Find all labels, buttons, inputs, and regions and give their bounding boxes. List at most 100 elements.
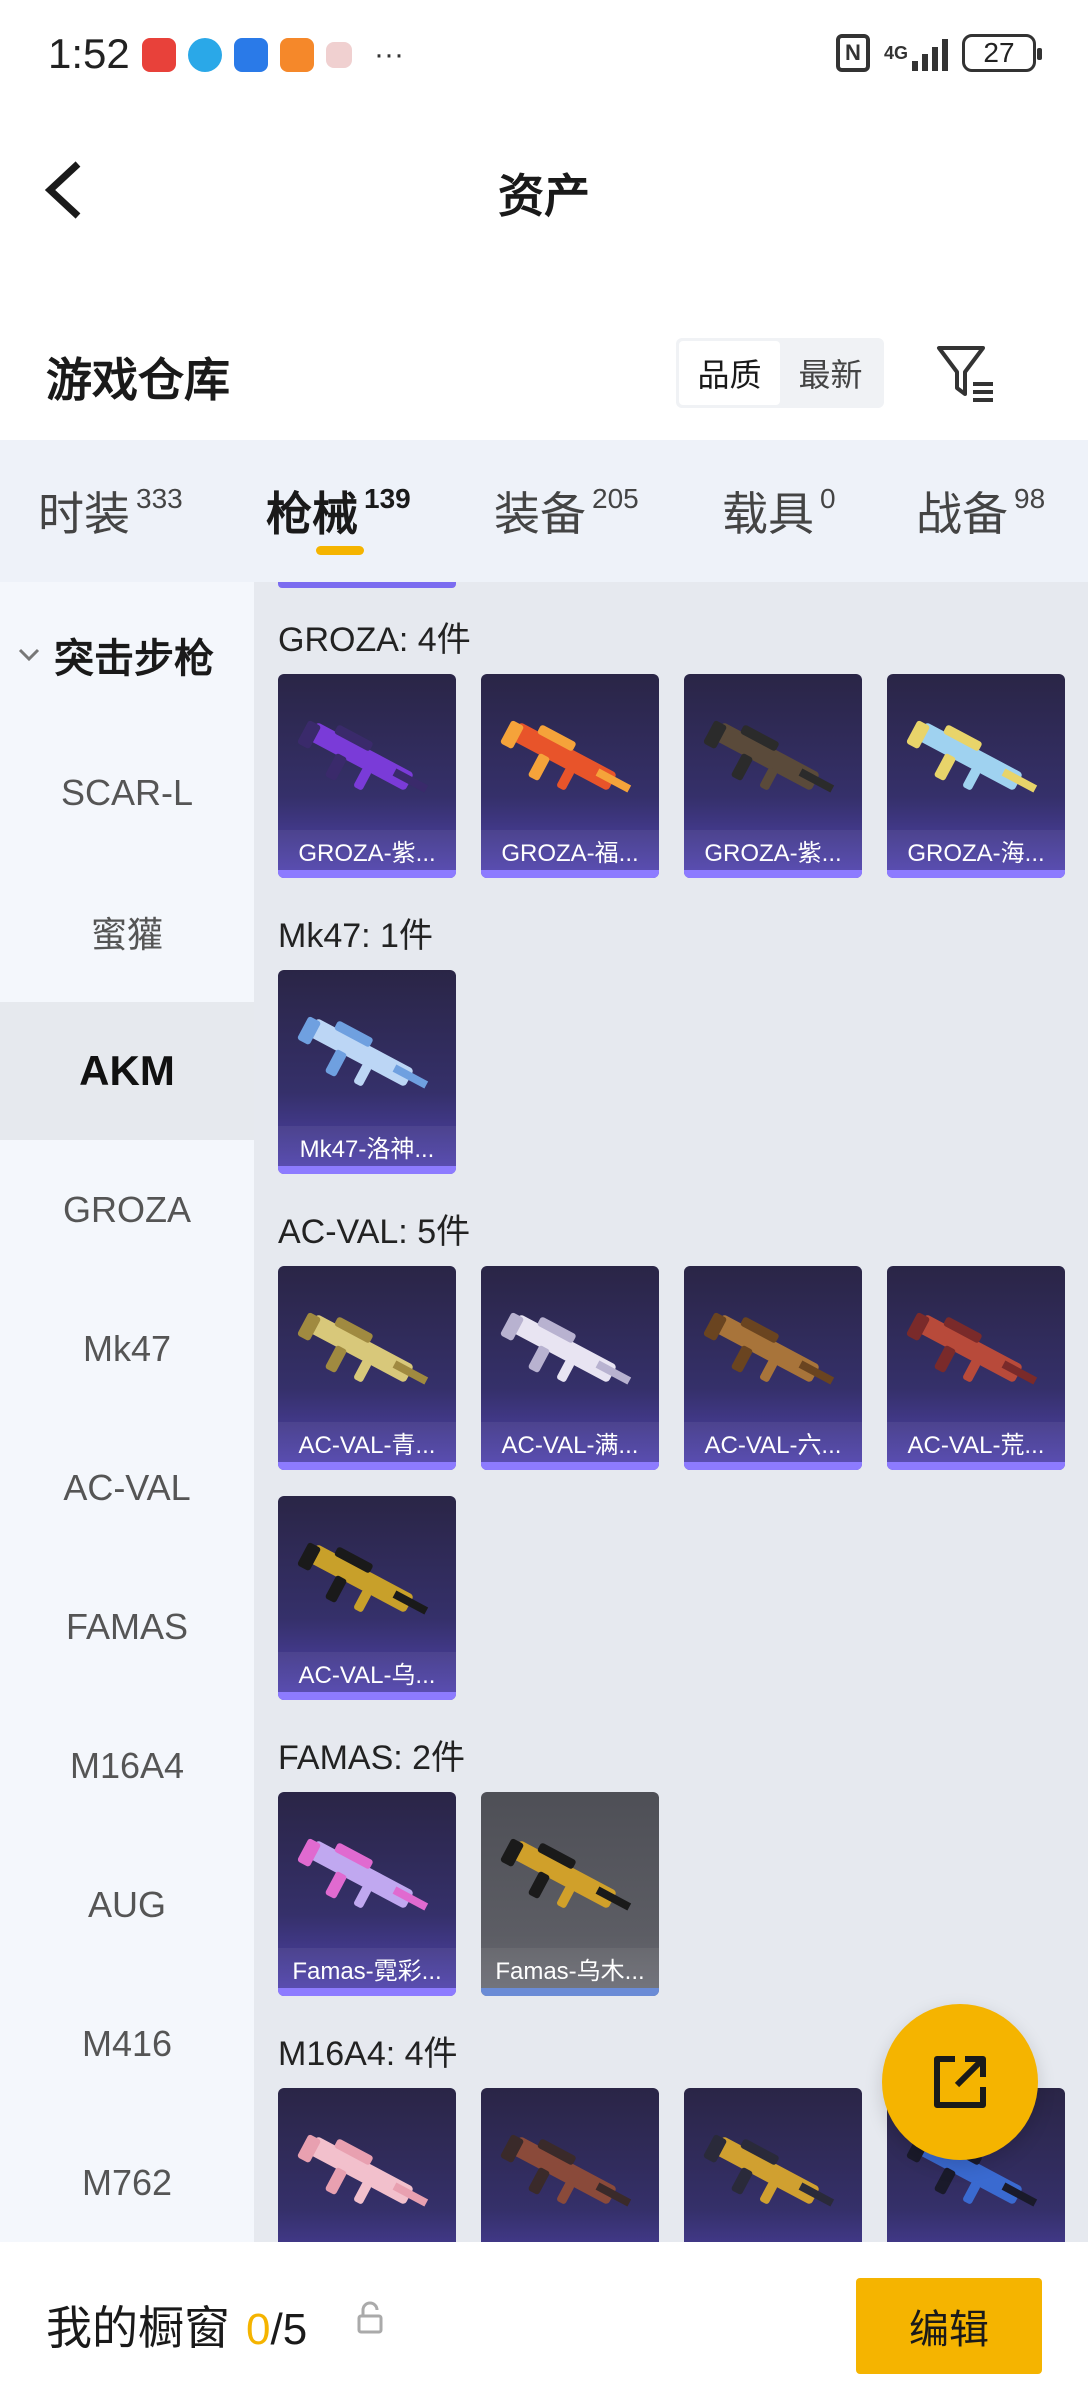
weapon-card[interactable]: AC-VAL-乌... <box>278 1496 456 1700</box>
rarity-bar <box>278 1166 456 1174</box>
rarity-bar <box>481 870 659 878</box>
status-time: 1:52 <box>48 30 130 77</box>
sidebar-item-scar-l[interactable]: SCAR-L <box>0 724 254 862</box>
weapon-skin-image <box>500 1838 632 1911</box>
weapon-card-label: GROZA-紫... <box>684 830 862 870</box>
weapon-card[interactable]: GROZA-紫... <box>684 674 862 878</box>
rarity-bar <box>684 1462 862 1470</box>
weapon-skin-image <box>297 2134 429 2207</box>
showcase-label: 我的橱窗 <box>46 2302 230 2354</box>
weapon-skin-image <box>906 1312 1038 1385</box>
app-root: 1:52 ··· N 4G 27 资产 游戏仓库 品质 最新 时装 333 枪械… <box>0 0 1088 2400</box>
weapon-card[interactable]: GROZA-海... <box>887 674 1065 878</box>
tab-label: 战备 <box>916 488 1008 540</box>
sidebar-item-ac-val[interactable]: AC-VAL <box>0 1419 254 1557</box>
tab-firearms[interactable]: 枪械 139 <box>266 478 411 544</box>
edit-button[interactable]: 编辑 <box>856 2278 1042 2374</box>
sort-newest-button[interactable]: 最新 <box>780 341 881 405</box>
rarity-bar <box>278 1462 456 1470</box>
network-type: 4G <box>883 43 908 63</box>
sidebar-item-aug[interactable]: AUG <box>0 1836 254 1974</box>
sidebar-item-m416[interactable]: M416 <box>0 1975 254 2113</box>
weapon-card[interactable]: AC-VAL-青... <box>278 1266 456 1470</box>
tab-label: 装备 <box>494 488 586 540</box>
weapon-card-label: GROZA-福... <box>481 830 659 870</box>
weapon-skin-image <box>703 1312 835 1385</box>
active-tab-indicator <box>316 546 364 555</box>
share-external-icon <box>934 2056 986 2108</box>
weapon-skin-image <box>297 720 429 793</box>
weapon-skin-image <box>500 1312 632 1385</box>
tab-equipment[interactable]: 装备 205 <box>494 478 639 544</box>
weapon-skin-image <box>297 1838 429 1911</box>
tab-label: 载具 <box>722 488 814 540</box>
video-icon <box>280 38 314 72</box>
rarity-bar <box>481 1988 659 1996</box>
sidebar-item-groza[interactable]: GROZA <box>0 1141 254 1279</box>
group-title: FAMAS: 2件 <box>278 1739 466 1777</box>
sidebar-item-mk47[interactable]: Mk47 <box>0 1280 254 1418</box>
weapon-card[interactable]: Famas-霓彩... <box>278 1792 456 1996</box>
weapon-card-label: Mk47-洛神... <box>278 1126 456 1166</box>
tab-label: 枪械 <box>266 488 358 540</box>
weapon-card[interactable]: Mk47-洛神... <box>278 970 456 1174</box>
weapon-skin-image <box>297 1016 429 1089</box>
chevron-down-icon <box>18 648 40 662</box>
weapon-card[interactable]: GROZA-紫... <box>278 674 456 878</box>
weapon-card-label: AC-VAL-荒... <box>887 1422 1065 1462</box>
browser-icon <box>188 38 222 72</box>
weapon-card-label: AC-VAL-青... <box>278 1422 456 1462</box>
weapon-card-label: AC-VAL-满... <box>481 1422 659 1462</box>
tab-count: 333 <box>136 483 183 514</box>
weapon-card[interactable]: AC-VAL-六... <box>684 1266 862 1470</box>
weapon-skin-image <box>500 2134 632 2207</box>
sort-quality-button[interactable]: 品质 <box>679 341 780 405</box>
weapon-card[interactable]: AC-VAL-满... <box>481 1266 659 1470</box>
rarity-bar <box>481 1462 659 1470</box>
tab-vehicles[interactable]: 载具 0 <box>722 478 836 544</box>
weapon-card-label: GROZA-紫... <box>278 830 456 870</box>
weapon-skin-image <box>703 720 835 793</box>
warehouse-bar: 游戏仓库 品质 最新 <box>0 300 1088 440</box>
signal-bars-icon <box>912 35 948 71</box>
group-title: AC-VAL: 5件 <box>278 1213 471 1251</box>
rarity-bar <box>278 870 456 878</box>
filter-icon[interactable] <box>935 342 997 404</box>
sidebar-item--[interactable]: 蜜獾 <box>0 863 254 1001</box>
weapon-skin-image <box>297 1312 429 1385</box>
sidebar-item-akm[interactable]: AKM <box>0 1002 254 1140</box>
weapon-card-label: AC-VAL-乌... <box>278 1652 456 1692</box>
showcase-bar: 我的橱窗 0/5 编辑 <box>0 2242 1088 2400</box>
weapon-card-label: GROZA-海... <box>887 830 1065 870</box>
weapon-card-label: Famas-乌木... <box>481 1948 659 1988</box>
category-tabs: 时装 333 枪械 139 装备 205 载具 0 战备 98 <box>0 440 1088 582</box>
weather-icon <box>234 38 268 72</box>
weapon-card[interactable]: AC-VAL-荒... <box>887 1266 1065 1470</box>
showcase-current: 0 <box>246 2305 271 2354</box>
page-title: 资产 <box>498 170 590 222</box>
weapon-card[interactable]: Famas-乌木... <box>481 1792 659 1996</box>
sidebar-item-m16a4[interactable]: M16A4 <box>0 1697 254 1835</box>
box-icon <box>326 42 352 68</box>
weapon-card[interactable] <box>481 2088 659 2242</box>
sidebar-item-famas[interactable]: FAMAS <box>0 1558 254 1696</box>
tab-combat-supplies[interactable]: 战备 98 <box>916 478 1045 544</box>
weapon-skin-image <box>297 1542 429 1615</box>
group-title: Mk47: 1件 <box>278 917 433 955</box>
more-dots-icon: ··· <box>374 38 404 71</box>
sidebar-category-assault-rifles[interactable]: 突击步枪 <box>16 626 214 684</box>
weapon-card[interactable] <box>278 2088 456 2242</box>
sidebar-category-label: 突击步枪 <box>54 637 214 681</box>
weapon-card[interactable]: GROZA-福... <box>481 674 659 878</box>
warehouse-title: 游戏仓库 <box>46 354 230 406</box>
showcase-info: 我的橱窗 0/5 <box>46 2292 307 2358</box>
rarity-bar <box>278 1988 456 1996</box>
nfc-icon: N <box>835 34 870 72</box>
sidebar-item-m762[interactable]: M762 <box>0 2114 254 2242</box>
weapon-sidebar: 突击步枪 SCAR-L 蜜獾 AKM GROZA Mk47 AC-VAL FAMAS M16A… <box>0 582 254 2242</box>
status-app-icons: ··· <box>142 38 404 72</box>
previous-card-edge <box>278 582 456 588</box>
weapon-card[interactable] <box>684 2088 862 2242</box>
share-button[interactable] <box>882 2004 1038 2160</box>
tab-fashion[interactable]: 时装 333 <box>38 478 183 544</box>
